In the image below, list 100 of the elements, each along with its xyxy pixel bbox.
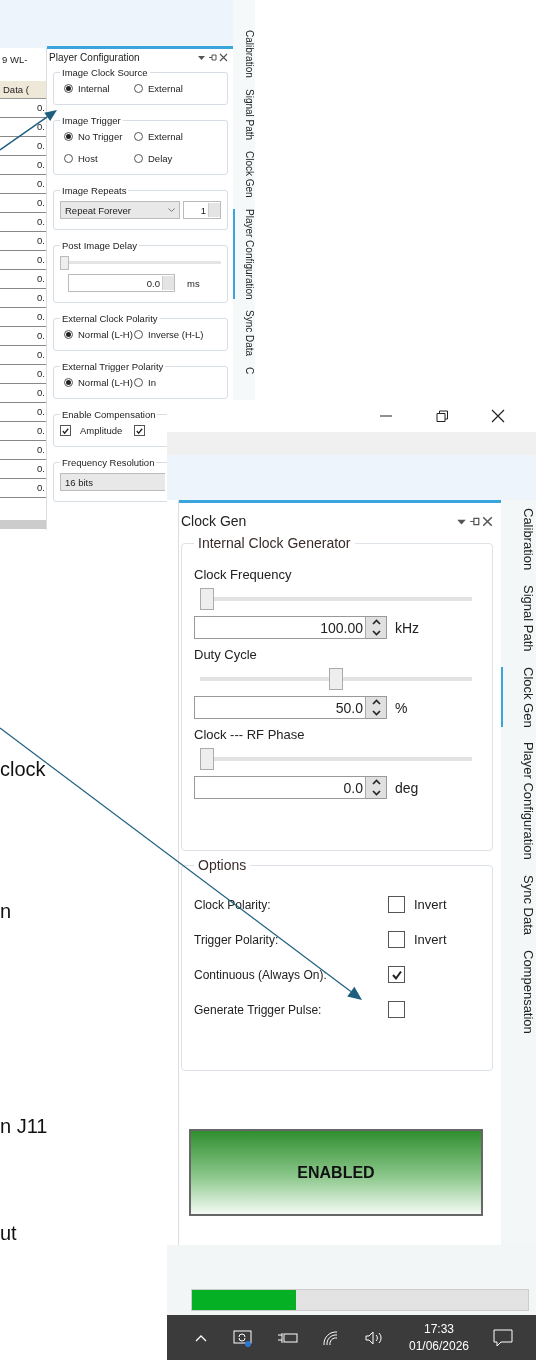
table-cell: 0.: [0, 479, 46, 498]
control-label: Clock Frequency: [194, 567, 293, 582]
checkbox[interactable]: [388, 1001, 405, 1018]
spin-buttons[interactable]: [365, 617, 386, 638]
checkbox[interactable]: [388, 896, 405, 913]
slider-thumb[interactable]: [60, 256, 69, 270]
monitor-icon[interactable]: [231, 1327, 254, 1348]
unit-label: ms: [187, 277, 200, 289]
checkbox[interactable]: [134, 425, 146, 436]
slider-thumb[interactable]: [329, 668, 343, 690]
column-header[interactable]: Data (: [0, 81, 46, 99]
group-title: Frequency Resolution: [61, 457, 156, 468]
side-tab[interactable]: Sync Data: [233, 310, 255, 357]
radio-option[interactable]: Normal (L-H): [64, 377, 134, 388]
arrow: [0, 110, 57, 151]
panel-title: Clock Gen: [181, 513, 247, 529]
side-tab[interactable]: Calibration: [501, 508, 536, 571]
dropdown[interactable]: Repeat Forever: [60, 201, 180, 219]
group-title: Post Image Delay: [61, 240, 138, 251]
table-cell: 0.: [0, 175, 46, 194]
table-cell: 0.: [0, 403, 46, 422]
spin-buttons[interactable]: [365, 777, 386, 798]
side-tab[interactable]: Signal Path: [233, 88, 255, 140]
table-cell: 0.: [0, 194, 46, 213]
table-cell: 0.: [0, 441, 46, 460]
side-tab[interactable]: Clock Gen: [501, 666, 536, 728]
checkbox[interactable]: [388, 931, 405, 948]
group-title: Internal Clock Generator: [197, 535, 352, 551]
group-title: Options: [197, 857, 248, 873]
table-cell: 0.: [0, 156, 46, 175]
table-cell: 0.: [0, 365, 46, 384]
checkbox-label: Amplitude: [80, 425, 123, 436]
side-tab[interactable]: Player Configuration: [501, 742, 536, 861]
spin-field[interactable]: 0.0: [68, 274, 175, 292]
radio-option[interactable]: Delay: [134, 153, 204, 164]
spin-buttons[interactable]: [365, 697, 386, 718]
enabled-button[interactable]: ENABLED: [189, 1129, 483, 1216]
slider-thumb[interactable]: [200, 748, 214, 770]
spin-field[interactable]: 0.0: [194, 776, 387, 799]
radio-option[interactable]: Inverse (H-L): [134, 329, 204, 340]
checkbox-label: Invert: [414, 897, 447, 912]
unit-label: kHz: [395, 619, 420, 636]
option-label: Continuous (Always On):: [194, 967, 328, 982]
taskbar-clock[interactable]: 17:33 01/06/2026: [408, 1321, 469, 1354]
option-label: Trigger Polarity:: [194, 932, 280, 947]
side-tab[interactable]: Signal Path: [501, 585, 536, 652]
radio-option[interactable]: Host: [64, 153, 134, 164]
spin-field[interactable]: 1: [183, 201, 221, 219]
scrollbar[interactable]: [0, 520, 46, 529]
slider-thumb[interactable]: [200, 588, 214, 610]
pin-icon[interactable]: [469, 515, 480, 527]
checkbox[interactable]: [388, 966, 405, 983]
close-icon[interactable]: [482, 515, 493, 527]
pin-icon[interactable]: [208, 52, 217, 62]
side-tab[interactable]: Clock Gen: [233, 150, 255, 198]
side-tab[interactable]: Compensation: [501, 950, 536, 1034]
checkbox[interactable]: [60, 425, 71, 436]
table-cell: 0.: [0, 213, 46, 232]
control-label: Clock --- RF Phase: [194, 727, 306, 742]
table-cell: 0.: [0, 308, 46, 327]
side-tab[interactable]: Calibration: [233, 30, 255, 78]
group-title: Image Repeats: [61, 185, 128, 196]
radio-option[interactable]: External: [134, 83, 204, 94]
caret-icon: [168, 207, 175, 213]
close-icon[interactable]: [490, 408, 506, 424]
side-tab[interactable]: Sync Data: [501, 875, 536, 936]
panel-title: Player Configuration: [49, 51, 140, 63]
radio-option[interactable]: Internal: [64, 83, 134, 94]
control-label: Duty Cycle: [194, 647, 258, 662]
side-tab[interactable]: Player Configuration: [233, 208, 255, 300]
table-cell: 0.: [0, 346, 46, 365]
radio-option[interactable]: Normal (L-H): [64, 329, 134, 340]
restore-icon[interactable]: [434, 408, 450, 424]
radio-option[interactable]: In: [134, 377, 204, 388]
option-label: Generate Trigger Pulse:: [194, 1002, 323, 1017]
table-cell: 0.: [0, 251, 46, 270]
table-cell: 0.: [0, 460, 46, 479]
unit-label: %: [395, 699, 408, 716]
table-cell: 0.: [0, 232, 46, 251]
table-cell: 0.: [0, 137, 46, 156]
group-title: Image Clock Source: [61, 67, 149, 78]
chat-bubble-icon[interactable]: [492, 1327, 515, 1348]
side-tab[interactable]: C: [233, 367, 255, 375]
document-text: ut: [0, 1222, 17, 1245]
group-title: Enable Compensation: [61, 409, 157, 420]
clock-date: 01/06/2026: [408, 1337, 469, 1354]
unit-label: deg: [395, 779, 419, 796]
table-cell: 0.: [0, 327, 46, 346]
spin-field[interactable]: 100.00: [194, 616, 387, 639]
close-icon[interactable]: [219, 52, 228, 62]
radio-option[interactable]: External: [134, 131, 204, 142]
spin-field[interactable]: 50.0: [194, 696, 387, 719]
table-cell: 0.: [0, 289, 46, 308]
dropdown[interactable]: 16 bits: [60, 473, 165, 491]
checkbox-label: Invert: [414, 932, 447, 947]
battery-icon[interactable]: [277, 1330, 300, 1345]
table-cell: 0.: [0, 422, 46, 441]
radio-option[interactable]: No Trigger: [64, 131, 134, 142]
table-cell: 0.: [0, 384, 46, 403]
clock-time: 17:33: [423, 1321, 454, 1338]
